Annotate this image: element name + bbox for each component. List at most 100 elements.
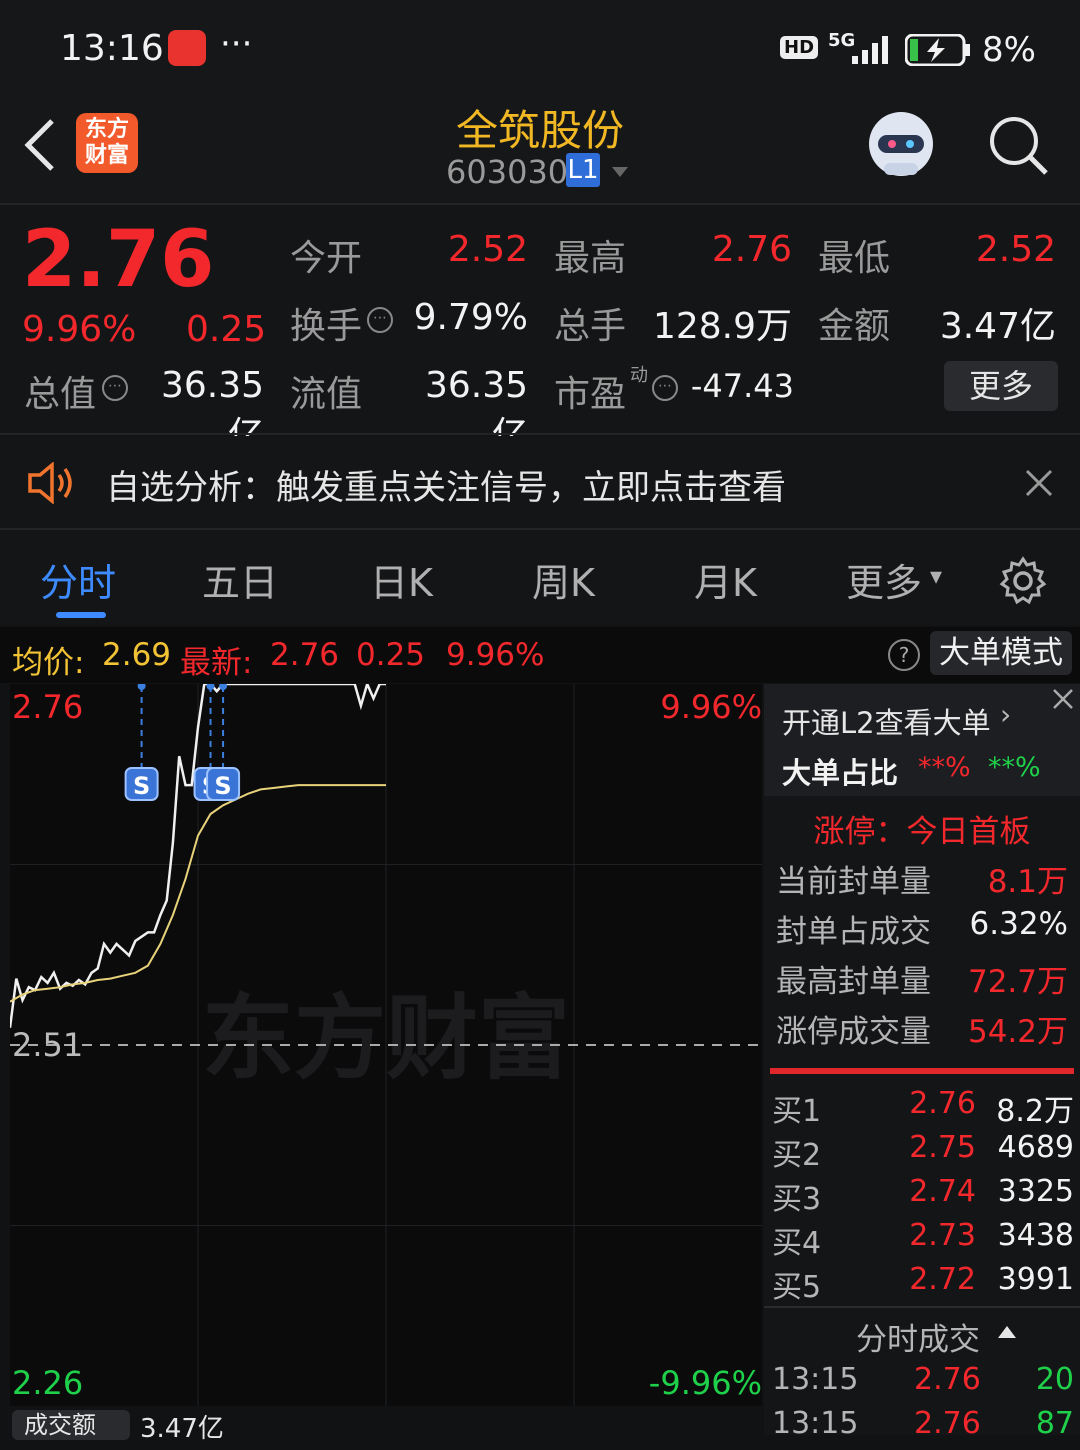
high-value: 2.76 — [711, 229, 792, 270]
dropdown-arrow-icon[interactable] — [610, 165, 630, 179]
book-label: 买5 — [772, 1270, 822, 1305]
avg-label: 均价: — [12, 645, 85, 681]
alert-banner[interactable]: 自选分析：触发重点关注信号，立即点击查看 — [0, 436, 1080, 528]
volume-value: 128.9万 — [652, 306, 792, 347]
tab-more[interactable]: 更多 — [846, 552, 922, 607]
avg-value: 2.69 — [102, 637, 172, 673]
limit-row: 封单占成交 6.32% — [764, 906, 1080, 954]
info-icon[interactable]: ⋯ — [102, 375, 128, 401]
turnover-value: 9.79% — [413, 297, 528, 338]
book-price: 2.76 — [909, 1086, 976, 1121]
book-row[interactable]: 买4 2.73 3438 — [764, 1218, 1080, 1262]
book-row[interactable]: 买1 2.76 8.2万 — [764, 1086, 1080, 1130]
help-icon[interactable]: ? — [888, 639, 920, 671]
search-icon[interactable] — [986, 113, 1050, 177]
turnover-label: 换手 — [290, 306, 363, 347]
intraday-chart[interactable]: 东方财富 SSS 2.76 2.51 2.26 9.96% -9.96% 成交额… — [10, 684, 762, 1444]
big-order-mode-button[interactable]: 大单模式 — [930, 631, 1072, 675]
tab-five-day[interactable]: 五日 — [202, 552, 278, 607]
book-volume: 4689 — [997, 1130, 1074, 1165]
pe-value: -47.43 — [690, 367, 794, 405]
notification-app-icon — [168, 30, 206, 66]
alert-text[interactable]: 自选分析：触发重点关注信号，立即点击查看 — [106, 460, 786, 509]
book-label: 买3 — [772, 1182, 822, 1217]
volume-label: 总手 — [554, 306, 627, 347]
tick-price: 2.76 — [914, 1406, 981, 1441]
tick-price: 2.76 — [914, 1362, 981, 1397]
book-label: 买1 — [772, 1094, 822, 1129]
active-tab-indicator — [56, 612, 106, 618]
info-icon[interactable]: ⋯ — [367, 307, 393, 333]
signal-icon — [852, 36, 888, 64]
latest-value: 2.76 — [270, 637, 340, 673]
stock-code: 603030 — [446, 153, 569, 191]
tab-daily-k[interactable]: 日K — [370, 552, 433, 607]
speaker-icon — [28, 462, 72, 504]
big-ratio-buy: **% — [918, 752, 971, 783]
book-volume: 8.2万 — [996, 1094, 1074, 1129]
signal-label[interactable]: S — [214, 772, 231, 800]
level-badge[interactable]: L1 — [566, 153, 600, 187]
gear-icon[interactable] — [998, 556, 1048, 606]
pe-superscript: 动 — [630, 365, 648, 386]
limit-row-label: 最高封单量 — [776, 964, 931, 1000]
y-tick-low: 2.26 — [12, 1364, 84, 1402]
page-title: 全筑股份 — [455, 106, 624, 155]
limit-row-label: 当前封单量 — [776, 864, 931, 900]
status-bar: 13:16 ··· HD 5G 8% — [0, 0, 1080, 95]
order-panel: 开通L2查看大单 › 大单占比 **% **% 涨停：今日首板 当前封单量 8.… — [764, 684, 1080, 1441]
volume-value: 3.47亿 — [140, 1414, 224, 1444]
tick-time: 13:15 — [772, 1362, 859, 1397]
robot-avatar-icon[interactable] — [862, 105, 940, 183]
hd-icon: HD — [780, 36, 819, 59]
tab-monthly-k[interactable]: 月K — [694, 552, 757, 607]
book-row[interactable]: 买3 2.74 3325 — [764, 1174, 1080, 1218]
amount-value: 3.47亿 — [939, 306, 1056, 347]
limit-up-title: 涨停：今日首板 — [813, 814, 1031, 850]
amount-label: 金额 — [818, 306, 891, 347]
signal-layer: SSS — [124, 684, 241, 801]
book-row[interactable]: 买5 2.72 3991 — [764, 1262, 1080, 1306]
signal-label[interactable]: S — [133, 772, 150, 800]
book-volume: 3325 — [997, 1174, 1074, 1209]
divider — [764, 1306, 1080, 1308]
total-value-label: 总值 — [24, 374, 97, 415]
chevron-right-icon[interactable]: › — [1000, 698, 1011, 731]
tab-intraday[interactable]: 分时 — [40, 552, 116, 607]
app-logo[interactable]: 东方财富 — [76, 113, 138, 173]
close-icon[interactable] — [1044, 684, 1080, 718]
quote-panel: 2.76 9.96% 0.25 今开 2.52 最高 2.76 最低 2.52 … — [0, 205, 1080, 456]
book-price: 2.74 — [909, 1174, 976, 1209]
limit-row: 涨停成交量 54.2万 — [764, 1006, 1080, 1054]
volume-selector[interactable]: 成交额 — [12, 1410, 130, 1440]
limit-row-value: 8.1万 — [987, 864, 1068, 900]
tick-time: 13:15 — [772, 1406, 859, 1441]
limit-row: 当前封单量 8.1万 — [764, 856, 1080, 904]
info-icon[interactable]: ⋯ — [652, 375, 678, 401]
low-value: 2.52 — [975, 229, 1056, 270]
ticks-title[interactable]: 分时成交 — [856, 1314, 980, 1359]
status-time: 13:16 — [60, 28, 164, 69]
latest-label: 最新: — [180, 645, 253, 681]
big-ratio-label: 大单占比 — [782, 756, 899, 790]
limit-row-value: 72.7万 — [967, 964, 1068, 1000]
tab-weekly-k[interactable]: 周K — [532, 552, 595, 607]
tick-volume: 20 — [1035, 1362, 1074, 1397]
change-percent: 9.96% — [22, 309, 137, 350]
l2-card[interactable]: 开通L2查看大单 › 大单占比 **% **% — [764, 684, 1080, 796]
current-price: 2.76 — [22, 215, 215, 305]
l2-link[interactable]: 开通L2查看大单 — [782, 700, 991, 742]
close-icon[interactable] — [1024, 468, 1054, 498]
big-ratio-sell: **% — [988, 752, 1041, 783]
book-row[interactable]: 买2 2.75 4689 — [764, 1130, 1080, 1174]
chevron-down-icon[interactable]: ▾ — [930, 562, 942, 590]
limit-row-value: 54.2万 — [967, 1014, 1068, 1050]
signal-dot — [137, 684, 146, 690]
chevron-up-icon[interactable] — [996, 1324, 1018, 1340]
more-button[interactable]: 更多 — [944, 361, 1058, 411]
chevron-left-icon[interactable] — [22, 117, 58, 173]
chart-canvas[interactable]: 东方财富 SSS — [10, 684, 762, 1406]
open-value: 2.52 — [447, 229, 528, 270]
tick-row: 13:15 2.76 20 — [764, 1362, 1080, 1406]
book-label: 买2 — [772, 1138, 822, 1173]
